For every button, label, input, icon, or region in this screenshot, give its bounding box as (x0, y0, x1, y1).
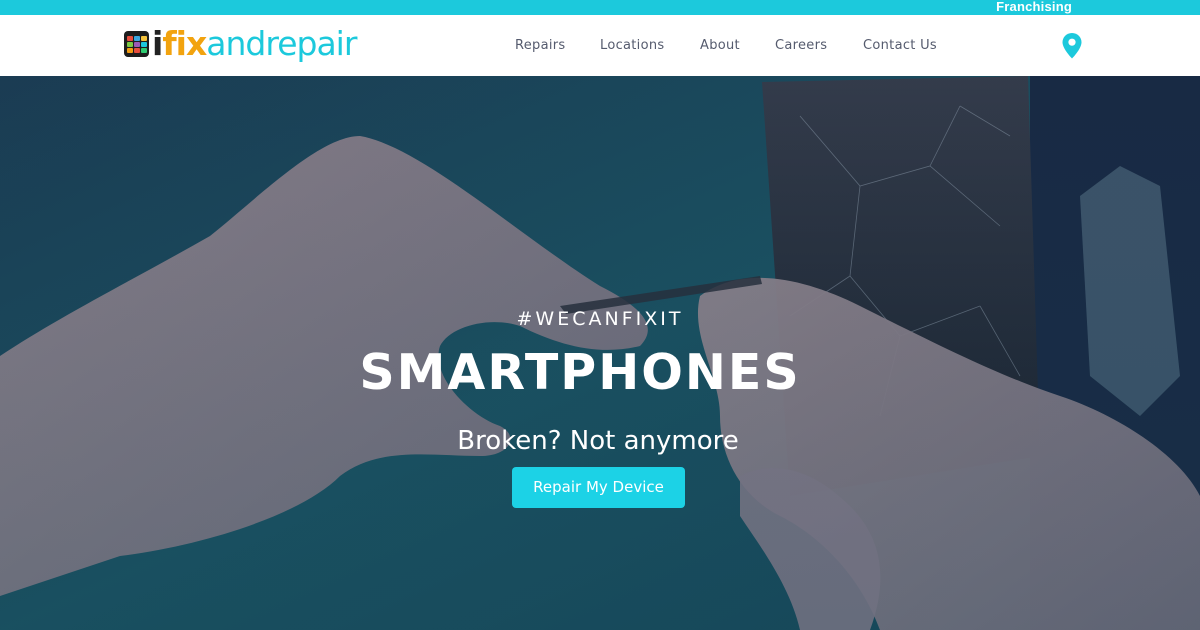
site-header: ifixandrepair Repairs Locations About Ca… (0, 15, 1200, 76)
repair-my-device-button[interactable]: Repair My Device (512, 467, 685, 508)
top-bar: Franchising (0, 0, 1200, 15)
main-nav: Repairs Locations About Careers Contact … (0, 38, 1200, 58)
hero-section: #WECANFIXIT SMARTPHONES Broken? Not anym… (0, 76, 1200, 630)
nav-contact-us[interactable]: Contact Us (863, 38, 937, 53)
hero-subline: Broken? Not anymore (457, 426, 739, 456)
nav-careers[interactable]: Careers (775, 38, 827, 53)
nav-about[interactable]: About (700, 38, 740, 53)
nav-locations[interactable]: Locations (600, 38, 664, 53)
hero-headline: SMARTPHONES (359, 344, 801, 401)
map-pin-icon[interactable] (1062, 33, 1082, 59)
hero-tagline: #WECANFIXIT (516, 308, 684, 330)
nav-repairs[interactable]: Repairs (515, 38, 566, 53)
franchising-link[interactable]: Franchising (996, 0, 1072, 14)
